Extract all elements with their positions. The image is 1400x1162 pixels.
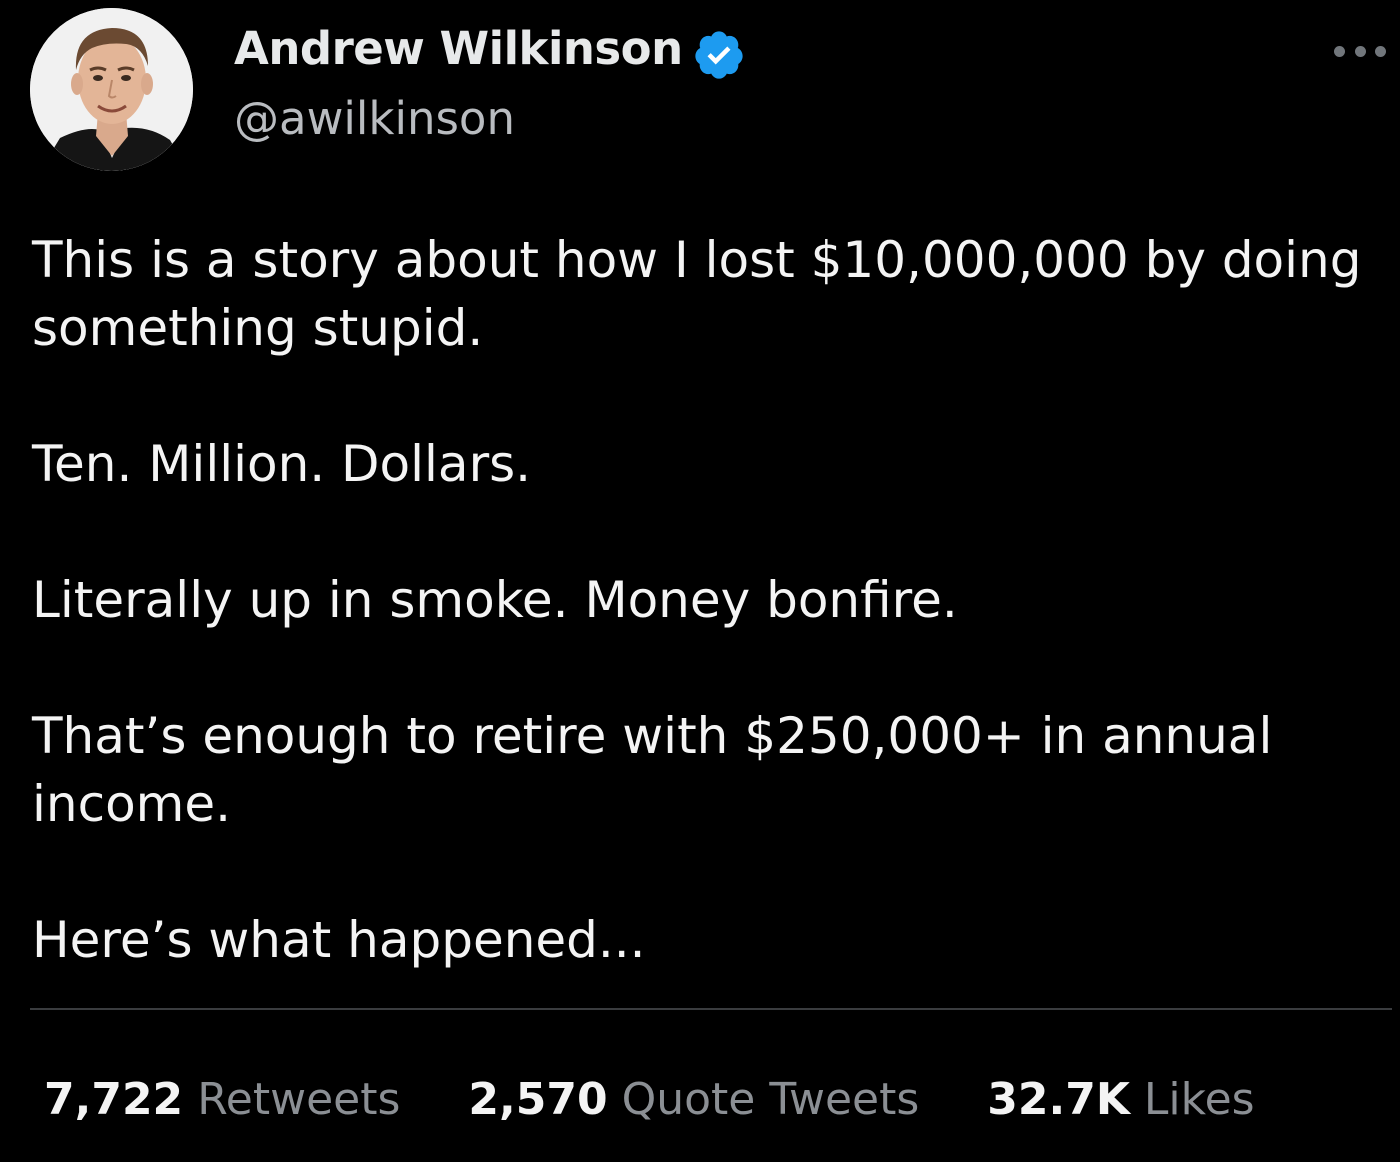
tweet-paragraph: That’s enough to retire with $250,000+ i… — [32, 707, 1273, 833]
quote-tweets-stat[interactable]: 2,570 Quote Tweets — [468, 1074, 919, 1125]
retweets-label: Retweets — [197, 1074, 401, 1125]
tweet-paragraph: Here’s what happened... — [32, 911, 646, 969]
dot — [1334, 45, 1345, 57]
author-handle[interactable]: @awilkinson — [234, 92, 515, 145]
retweets-count: 7,722 — [44, 1074, 184, 1125]
tweet-paragraph: Ten. Million. Dollars. — [32, 435, 532, 493]
avatar[interactable] — [30, 8, 193, 171]
profile-photo-icon — [30, 8, 193, 171]
verified-badge-icon — [692, 28, 746, 82]
tweet-text: This is a story about how I lost $10,000… — [32, 226, 1372, 974]
dot — [1354, 45, 1366, 57]
more-options-icon[interactable] — [1334, 40, 1386, 62]
tweet-paragraph: Literally up in smoke. Money bonfire. — [32, 571, 958, 629]
quote-tweets-label: Quote Tweets — [621, 1074, 920, 1125]
tweet-paragraph: This is a story about how I lost $10,000… — [32, 231, 1362, 357]
tweet: Andrew Wilkinson @awilkinson This is a s… — [0, 0, 1400, 1162]
likes-count: 32.7K — [987, 1074, 1130, 1125]
likes-stat[interactable]: 32.7K Likes — [987, 1074, 1254, 1125]
likes-label: Likes — [1143, 1074, 1255, 1125]
author-name[interactable]: Andrew Wilkinson — [234, 22, 683, 75]
retweets-stat[interactable]: 7,722 Retweets — [44, 1074, 400, 1125]
engagement-stats: 7,722 Retweets 2,570 Quote Tweets 32.7K … — [44, 1074, 1323, 1125]
quote-tweets-count: 2,570 — [468, 1074, 608, 1125]
dot — [1375, 45, 1386, 57]
divider — [30, 1008, 1392, 1010]
